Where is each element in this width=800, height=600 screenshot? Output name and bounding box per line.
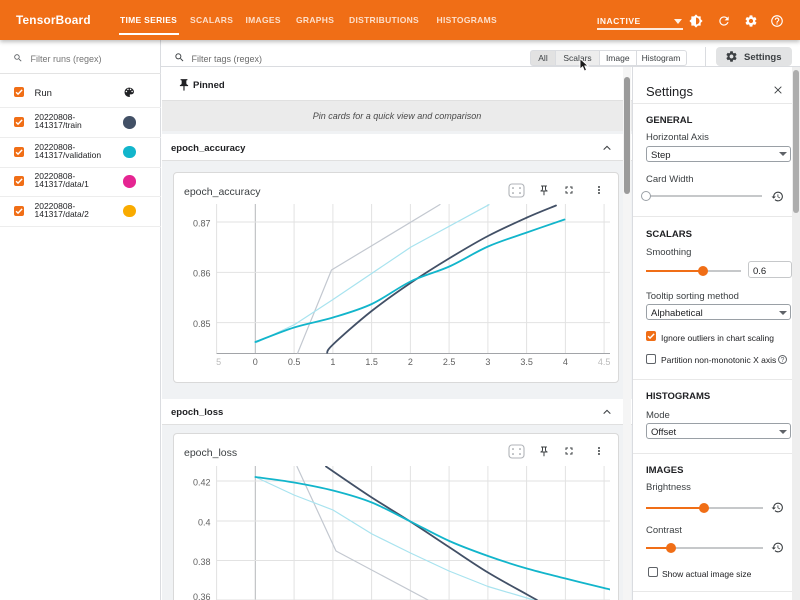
svg-text:2.5: 2.5 (443, 357, 456, 367)
svg-text:3.5: 3.5 (520, 357, 533, 367)
svg-text:0.42: 0.42 (193, 477, 211, 487)
svg-text:0.4: 0.4 (198, 517, 211, 527)
svg-text:0.87: 0.87 (193, 218, 211, 228)
svg-text:0.38: 0.38 (193, 557, 211, 567)
svg-text:1.5: 1.5 (365, 357, 378, 367)
svg-text:0.5: 0.5 (288, 357, 301, 367)
svg-text:4.5: 4.5 (598, 357, 611, 367)
svg-text:0.86: 0.86 (193, 269, 211, 279)
svg-text:5: 5 (216, 357, 221, 367)
svg-text:2: 2 (408, 357, 413, 367)
svg-text:3: 3 (485, 357, 490, 367)
svg-text:0: 0 (253, 357, 258, 367)
svg-text:4: 4 (563, 357, 568, 367)
svg-text:0.85: 0.85 (193, 319, 211, 329)
svg-text:0.36: 0.36 (193, 592, 211, 600)
svg-text:1: 1 (330, 357, 335, 367)
